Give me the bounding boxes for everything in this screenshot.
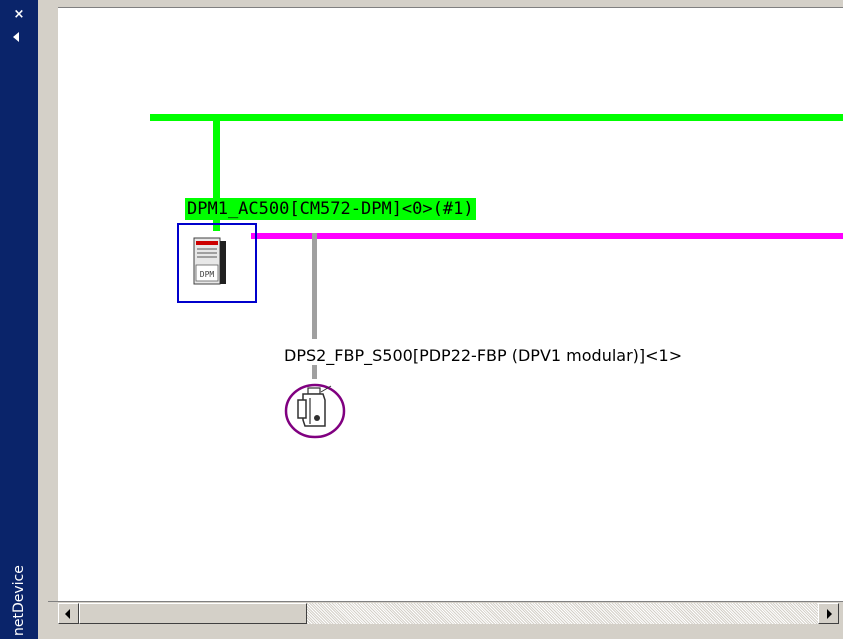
bottom-frame xyxy=(48,625,843,639)
canvas-left-frame xyxy=(48,7,58,601)
scroll-left-arrow-icon xyxy=(65,609,70,619)
master-bus-line[interactable] xyxy=(251,233,843,239)
dp-slave-device-icon[interactable] xyxy=(281,378,351,442)
scroll-left-button[interactable] xyxy=(58,603,79,624)
scroll-thumb[interactable] xyxy=(79,603,307,624)
close-icon[interactable]: × xyxy=(12,8,26,22)
netdevice-side-panel: × netDevice xyxy=(0,0,38,639)
scroll-right-arrow-icon xyxy=(827,609,832,619)
network-canvas[interactable]: DPM1_AC500[CM572-DPM]<0>(#1) DPM DPS2_FB… xyxy=(48,7,843,617)
slave-drop-line-lower xyxy=(312,365,317,379)
scroll-track[interactable] xyxy=(307,603,818,624)
master-device-label[interactable]: DPM1_AC500[CM572-DPM]<0>(#1) xyxy=(185,198,476,220)
slave-drop-line xyxy=(312,233,317,339)
upper-bus-line xyxy=(150,114,843,121)
dp-master-device-icon[interactable]: DPM xyxy=(190,232,230,292)
scroll-right-button[interactable] xyxy=(818,603,839,624)
panel-divider[interactable] xyxy=(38,0,48,639)
side-panel-title[interactable]: netDevice xyxy=(4,496,34,636)
horizontal-scrollbar[interactable] xyxy=(48,601,843,625)
collapse-arrow-icon[interactable] xyxy=(13,32,19,42)
slave-device-label[interactable]: DPS2_FBP_S500[PDP22-FBP (DPV1 modular)]<… xyxy=(284,345,682,367)
master-icon-text: DPM xyxy=(200,270,215,279)
